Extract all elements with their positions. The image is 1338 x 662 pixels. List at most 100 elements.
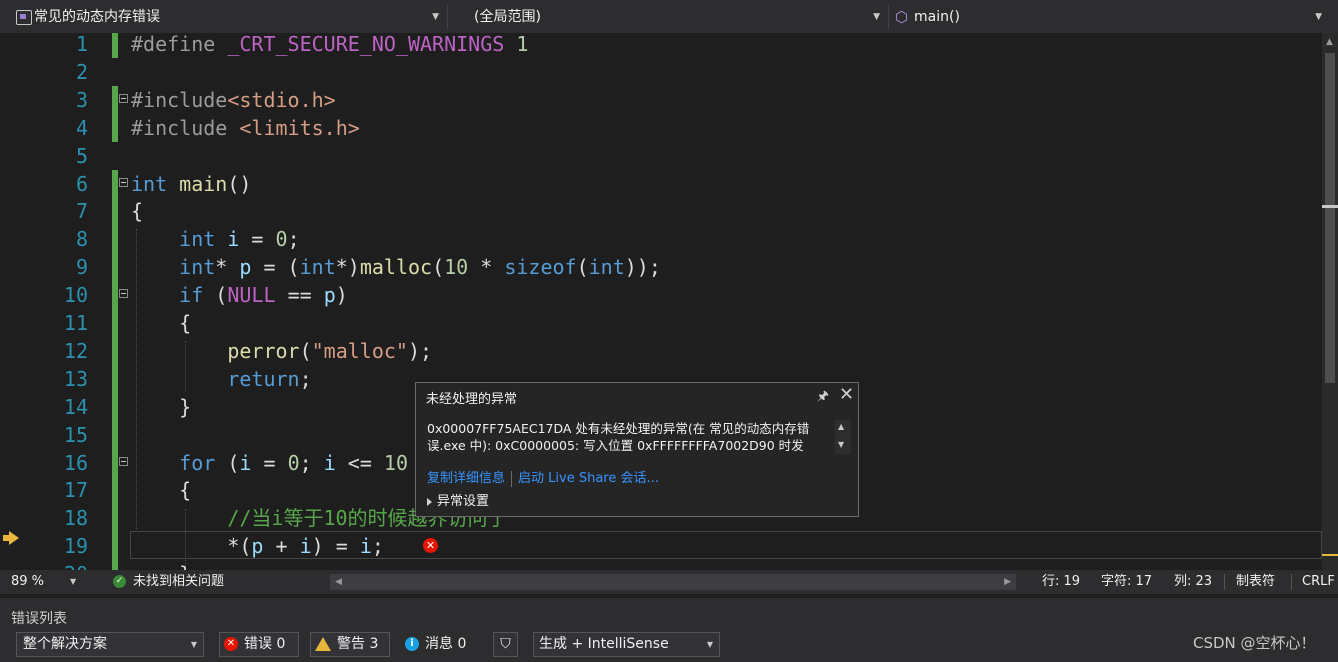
navigation-bar: 常见的动态内存错误 ▼ (全局范围) ▼ ⬡ main() ▼ xyxy=(0,0,1338,33)
code-line[interactable]: 2 xyxy=(0,58,1322,86)
change-indicator xyxy=(112,33,118,58)
divider xyxy=(511,470,513,487)
code-token: int xyxy=(131,171,168,196)
copy-details-link[interactable]: 复制详细信息 xyxy=(427,471,505,486)
filter-icon[interactable]: ⛉ xyxy=(493,632,518,657)
code-token: int xyxy=(299,255,336,280)
close-icon[interactable]: ✕ xyxy=(839,384,854,405)
scroll-down-icon[interactable]: ▼ xyxy=(838,440,844,449)
code-line[interactable]: 6 int main() xyxy=(0,169,1322,198)
line-number: 14 xyxy=(63,394,88,419)
line-indicator[interactable]: 行: 19 xyxy=(1042,570,1080,594)
char-indicator[interactable]: 字符: 17 xyxy=(1101,570,1152,594)
message-scrollbar[interactable]: ▲ ▼ xyxy=(835,420,851,454)
build-source-dropdown[interactable]: 生成 + IntelliSense ▼ xyxy=(533,632,720,657)
code-line[interactable]: 1 #define _CRT_SECURE_NO_WARNINGS 1 xyxy=(0,33,1322,58)
line-number: 17 xyxy=(63,478,88,503)
vertical-scrollbar[interactable]: ▲ xyxy=(1322,33,1338,570)
code-token: = xyxy=(251,450,288,475)
caret-marker xyxy=(1322,205,1338,208)
error-icon[interactable]: ✕ xyxy=(423,538,438,553)
code-line[interactable]: 5 xyxy=(0,142,1322,170)
scroll-right-icon[interactable]: ▶ xyxy=(1004,574,1011,590)
line-number: 4 xyxy=(75,115,88,140)
messages-filter-button[interactable]: i 消息 0 xyxy=(400,632,482,657)
scrollbar-thumb[interactable] xyxy=(1325,53,1335,383)
line-number: 15 xyxy=(63,422,88,447)
code-line[interactable]: 3 #include<stdio.h> xyxy=(0,85,1322,114)
column-indicator[interactable]: 列: 23 xyxy=(1174,570,1212,594)
change-indicator xyxy=(112,113,118,142)
scroll-left-icon[interactable]: ◀ xyxy=(335,574,342,590)
line-ending[interactable]: CRLF xyxy=(1302,570,1335,594)
errors-filter-button[interactable]: ✕ 错误 0 xyxy=(219,632,299,657)
code-token: <= xyxy=(335,450,384,475)
code-text: #include <limits.h> xyxy=(131,114,360,142)
code-token: ( xyxy=(299,338,312,363)
code-text: #define _CRT_SECURE_NO_WARNINGS 1 xyxy=(131,33,528,58)
scroll-up-icon[interactable]: ▲ xyxy=(838,422,844,431)
code-token: = xyxy=(239,227,276,252)
code-line[interactable]: 12 perror("malloc"); xyxy=(0,336,1322,365)
scroll-up-icon[interactable]: ▲ xyxy=(1326,37,1333,47)
issues-status[interactable]: 未找到相关问题 xyxy=(133,570,224,594)
error-list-panel: 错误列表 整个解决方案 ▼ ✕ 错误 0 警告 3 i 消息 0 ⛉ 生成 + In… xyxy=(0,598,1338,662)
code-token: ; xyxy=(287,227,300,252)
function-dropdown[interactable]: ⬡ main() ▼ xyxy=(892,5,1326,29)
function-label: main() xyxy=(914,9,960,25)
code-token: p xyxy=(239,255,252,280)
change-indicator xyxy=(112,504,118,533)
code-line[interactable]: 9 int* p = (int*)malloc(10 * sizeof(int)… xyxy=(0,253,1322,282)
code-token: ( xyxy=(203,283,228,308)
exception-settings-label: 异常设置 xyxy=(437,494,490,509)
pin-icon[interactable]: 🖈 xyxy=(817,387,829,409)
horizontal-scrollbar[interactable]: ◀ ▶ xyxy=(330,574,1016,590)
collapse-icon[interactable] xyxy=(119,289,128,299)
execution-pointer-icon xyxy=(3,531,19,545)
code-token: 10 xyxy=(383,450,409,475)
line-number: 5 xyxy=(75,143,88,168)
change-indicator xyxy=(112,532,118,561)
cube-icon: ⬡ xyxy=(895,8,909,26)
scope-dropdown[interactable]: (全局范围) ▼ xyxy=(474,5,884,29)
change-indicator xyxy=(112,364,118,393)
code-line[interactable]: 8 int i = 0; xyxy=(0,225,1322,254)
live-share-link[interactable]: 启动 Live Share 会话... xyxy=(518,471,659,486)
errors-count: 错误 0 xyxy=(244,636,286,652)
line-number: 1 xyxy=(75,33,88,56)
tab-mode[interactable]: 制表符 xyxy=(1236,570,1275,594)
change-indicator xyxy=(112,336,118,365)
change-indicator xyxy=(112,225,118,254)
collapse-icon[interactable] xyxy=(119,456,128,466)
code-token: main xyxy=(179,171,228,196)
code-line[interactable]: 11 { xyxy=(0,309,1322,337)
code-token: } xyxy=(131,562,191,570)
chevron-down-icon[interactable]: ▼ xyxy=(70,570,76,594)
divider xyxy=(1224,574,1225,590)
code-line[interactable]: 7{ xyxy=(0,197,1322,226)
code-line[interactable]: 4 #include <limits.h> xyxy=(0,113,1322,142)
collapse-icon[interactable] xyxy=(119,93,128,103)
project-dropdown[interactable]: 常见的动态内存错误 ▼ xyxy=(13,5,443,29)
scope-filter-dropdown[interactable]: 整个解决方案 ▼ xyxy=(16,632,204,657)
warnings-filter-button[interactable]: 警告 3 xyxy=(310,632,390,657)
warnings-count: 警告 3 xyxy=(337,636,379,652)
chevron-down-icon: ▼ xyxy=(190,640,197,649)
code-line[interactable]: 10 if (NULL == p) xyxy=(0,281,1322,310)
code-token: 0 xyxy=(275,227,288,252)
code-line[interactable]: 20 } xyxy=(0,560,1322,570)
collapse-icon[interactable] xyxy=(119,177,128,187)
line-number: 6 xyxy=(75,171,88,196)
code-token: ( xyxy=(432,255,445,280)
build-source-label: 生成 + IntelliSense xyxy=(539,636,669,652)
code-token: ; xyxy=(299,366,312,391)
project-icon xyxy=(16,10,32,25)
zoom-level[interactable]: 89 % xyxy=(11,570,44,594)
chevron-down-icon: ▼ xyxy=(706,640,713,649)
code-token: = ( xyxy=(251,255,300,280)
exception-settings-toggle[interactable]: 异常设置 xyxy=(427,490,489,509)
code-text: return; xyxy=(131,365,312,393)
